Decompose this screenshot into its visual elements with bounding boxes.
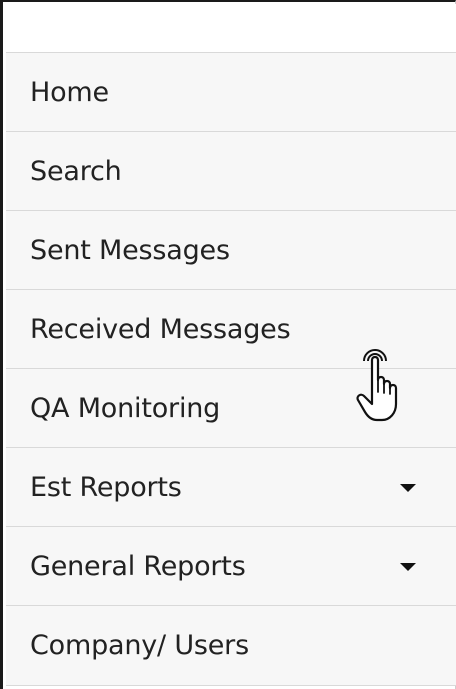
- nav-item-label: General Reports: [30, 550, 246, 582]
- nav-item-received-messages[interactable]: Received Messages: [6, 289, 456, 368]
- nav-item-search[interactable]: Search: [6, 131, 456, 210]
- nav-item-general-reports[interactable]: General Reports: [6, 526, 456, 605]
- nav-item-label: Home: [30, 76, 109, 108]
- nav-item-label: Sent Messages: [30, 234, 230, 266]
- navigation-panel: Home Search Sent Messages Received Messa…: [0, 0, 456, 689]
- nav-item-qa-monitoring[interactable]: QA Monitoring: [6, 368, 456, 447]
- nav-item-label: Received Messages: [30, 313, 291, 345]
- nav-item-est-reports[interactable]: Est Reports: [6, 447, 456, 526]
- caret-down-icon[interactable]: [400, 563, 416, 571]
- nav-top-spacer: [6, 4, 456, 52]
- caret-down-icon[interactable]: [400, 484, 416, 492]
- nav-menu: Home Search Sent Messages Received Messa…: [6, 52, 456, 686]
- nav-item-label: QA Monitoring: [30, 392, 221, 424]
- nav-item-label: Search: [30, 155, 122, 187]
- nav-item-sent-messages[interactable]: Sent Messages: [6, 210, 456, 289]
- nav-item-home[interactable]: Home: [6, 52, 456, 131]
- nav-item-label: Company/ Users: [30, 630, 249, 661]
- nav-item-company-users[interactable]: Company/ Users: [6, 605, 456, 686]
- nav-item-label: Est Reports: [30, 471, 182, 503]
